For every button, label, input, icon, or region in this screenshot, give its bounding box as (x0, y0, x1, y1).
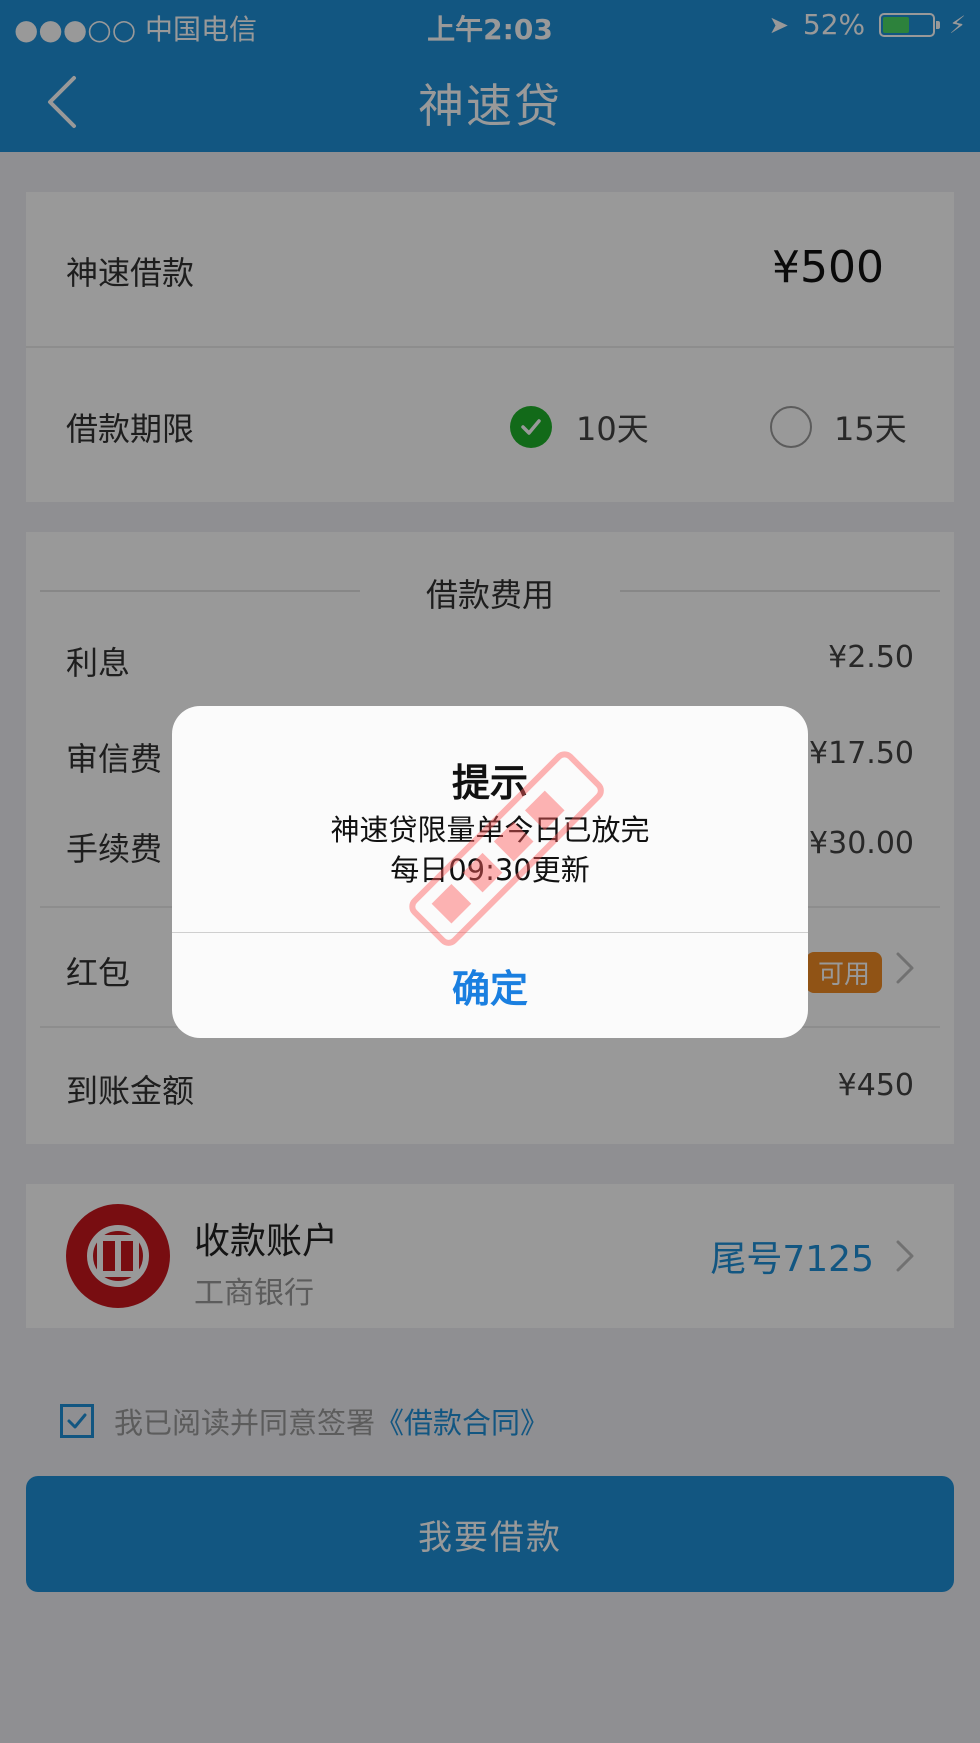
watermark-stamp (409, 751, 604, 946)
